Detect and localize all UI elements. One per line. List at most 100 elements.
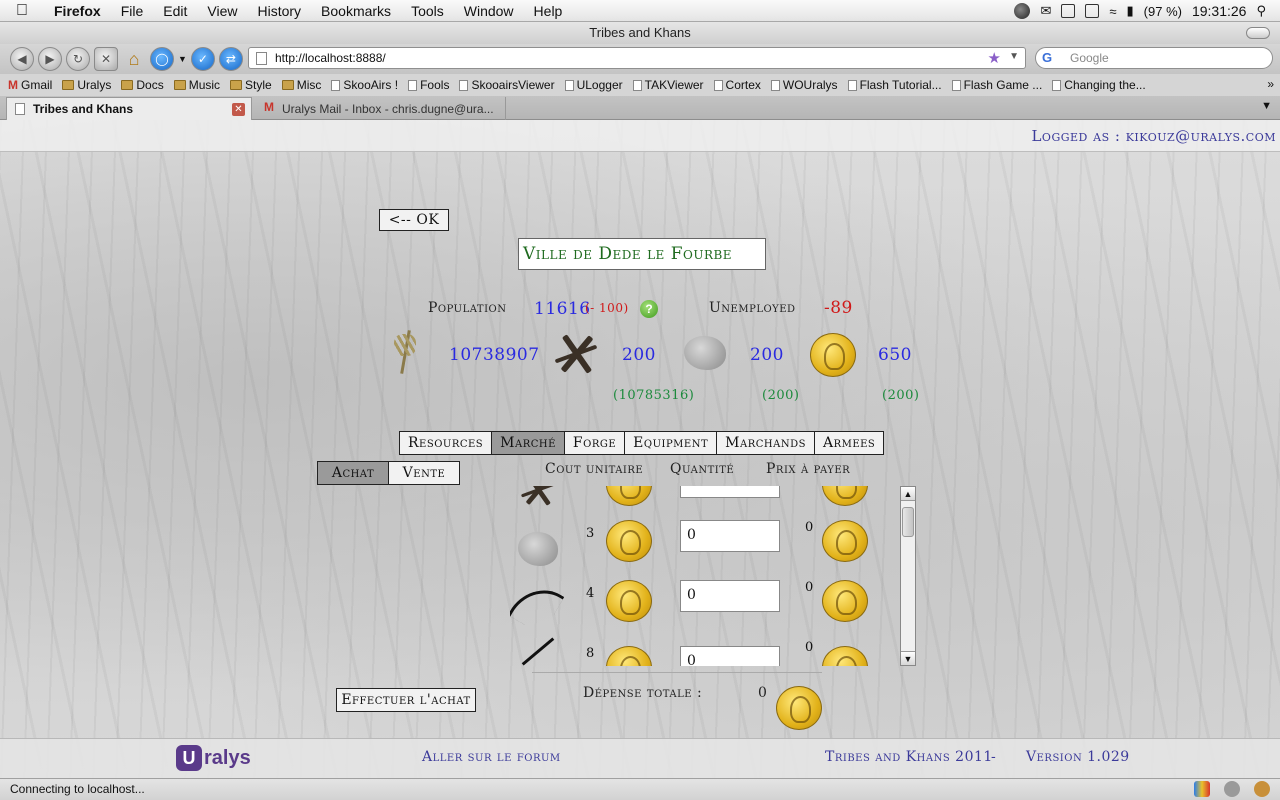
bookmark-label[interactable]: Style	[245, 78, 272, 92]
bookmark-label[interactable]: Music	[189, 78, 220, 92]
market-scrollbar[interactable]: ▲ ▼	[900, 486, 916, 666]
share-icon[interactable]: ⇄	[218, 47, 243, 71]
back-icon[interactable]: ◀	[10, 47, 34, 71]
bookmark-label[interactable]: Misc	[297, 78, 322, 92]
back-ok-button[interactable]: <-- OK	[379, 209, 449, 231]
apple-icon[interactable]: 	[0, 2, 44, 20]
quantity-input[interactable]: 0	[680, 580, 780, 612]
bookmark-item[interactable]: Misc	[281, 78, 322, 92]
buy-button[interactable]: Effectuer l'achat	[336, 688, 476, 712]
scroll-down-icon[interactable]: ▼	[901, 651, 915, 665]
bookmark-label[interactable]: Changing the...	[1064, 78, 1145, 92]
search-bar[interactable]: G Google	[1035, 47, 1273, 69]
tab-label[interactable]: Tribes and Khans	[33, 102, 133, 116]
home-icon[interactable]: ⌂	[122, 47, 146, 71]
menu-window[interactable]: Window	[454, 3, 524, 19]
bookmark-label[interactable]: Flash Game ...	[964, 78, 1043, 92]
tab-equipment[interactable]: Equipment	[624, 431, 718, 455]
addon-icon[interactable]	[1224, 781, 1240, 797]
tab-armees[interactable]: Armees	[813, 431, 885, 455]
subtab-achat[interactable]: Achat	[317, 461, 389, 485]
menu-file[interactable]: File	[111, 3, 154, 19]
bookmark-label[interactable]: SkooairsViewer	[471, 78, 554, 92]
bookmark-item[interactable]: ULogger	[564, 78, 623, 92]
firebug-icon[interactable]	[1254, 781, 1270, 797]
toolbar-toggle-button[interactable]	[1246, 27, 1270, 39]
bookmark-item[interactable]: WOUralys	[770, 78, 838, 92]
bookmark-item[interactable]: Changing the...	[1052, 78, 1146, 92]
phone-icon[interactable]	[1085, 4, 1100, 18]
google-icon[interactable]: G	[1042, 50, 1060, 66]
more-bookmarks-icon[interactable]: »	[1267, 77, 1274, 91]
bookmark-item[interactable]: Uralys	[62, 78, 111, 92]
close-tab-icon[interactable]: ✕	[232, 103, 245, 116]
tab-marchands[interactable]: Marchands	[716, 431, 815, 455]
bookmark-item[interactable]: Flash Tutorial...	[847, 78, 942, 92]
quantity-input[interactable]: 0	[680, 646, 780, 666]
bookmark-item[interactable]: TAKViewer	[632, 78, 704, 92]
bookmark-label[interactable]: ULogger	[577, 78, 623, 92]
bookmark-label[interactable]: Cortex	[726, 78, 761, 92]
bookmark-label[interactable]: Flash Tutorial...	[860, 78, 942, 92]
bookmark-label[interactable]: Uralys	[77, 78, 111, 92]
extension-icon[interactable]	[1194, 781, 1210, 797]
bookmark-label[interactable]: WOUralys	[783, 78, 838, 92]
tab-resources[interactable]: Resources	[399, 431, 493, 455]
menu-history[interactable]: History	[247, 3, 311, 19]
city-name-field[interactable]: Ville de Dede le Fourbe	[518, 238, 766, 270]
camera-icon[interactable]	[1014, 3, 1031, 19]
scroll-thumb[interactable]	[902, 507, 914, 537]
menu-bookmarks[interactable]: Bookmarks	[311, 3, 401, 19]
reload-icon[interactable]: ↻	[66, 47, 90, 71]
bookmark-item[interactable]: SkooAirs !	[331, 78, 398, 92]
bookmark-item[interactable]: Flash Game ...	[951, 78, 1043, 92]
menu-app[interactable]: Firefox	[44, 3, 111, 19]
tab-forge[interactable]: Forge	[563, 431, 626, 455]
bookmark-item[interactable]: M Gmail	[8, 78, 52, 92]
url-bar[interactable]: http://localhost:8888/ ★ ▼	[248, 47, 1026, 69]
stop-icon[interactable]: ✕	[94, 47, 118, 71]
bookmark-item[interactable]: Fools	[408, 78, 449, 92]
tab-label[interactable]: Uralys Mail - Inbox - chris.dugne@ura...	[282, 102, 494, 116]
bookmark-label[interactable]: SkooAirs !	[343, 78, 398, 92]
history-dropdown-icon[interactable]: ▼	[178, 54, 187, 64]
tablet-icon[interactable]	[1061, 4, 1076, 18]
clock[interactable]: 19:31:26	[1192, 3, 1247, 19]
bookmark-label[interactable]: Fools	[420, 78, 449, 92]
menu-view[interactable]: View	[197, 3, 247, 19]
history-icon[interactable]: ◯	[150, 47, 174, 71]
menu-help[interactable]: Help	[524, 3, 573, 19]
help-icon[interactable]: ?	[640, 300, 658, 318]
bookmark-label[interactable]: TAKViewer	[645, 78, 704, 92]
menu-tools[interactable]: Tools	[401, 3, 454, 19]
subtab-vente[interactable]: Vente	[388, 461, 460, 485]
scroll-up-icon[interactable]: ▲	[901, 487, 915, 501]
menu-edit[interactable]: Edit	[153, 3, 197, 19]
bookmark-item[interactable]: Cortex	[713, 78, 761, 92]
market-list[interactable]: 0 3 0 0 4 0 0 8 0 0	[510, 486, 900, 666]
quantity-input[interactable]: 0	[680, 520, 780, 552]
bookmark-item[interactable]: SkooairsViewer	[459, 78, 555, 92]
star-icon[interactable]: ★	[988, 49, 1001, 67]
tab-tribes-and-khans[interactable]: Tribes and Khans ✕	[6, 97, 252, 120]
bookmark-item[interactable]: Docs	[121, 78, 164, 92]
forum-link[interactable]: Aller sur le forum	[422, 749, 561, 765]
url-text[interactable]: http://localhost:8888/	[275, 51, 386, 65]
uralys-logo[interactable]: U ralys	[176, 743, 251, 773]
tab-marche[interactable]: Marché	[491, 431, 565, 455]
bookmark-sync-icon[interactable]: ✓	[190, 47, 215, 71]
url-dropdown-icon[interactable]: ▼	[1009, 51, 1019, 62]
bookmark-label[interactable]: Docs	[136, 78, 163, 92]
wifi-icon[interactable]: ≈	[1109, 4, 1116, 19]
tab-uralys-mail[interactable]: M Uralys Mail - Inbox - chris.dugne@ura.…	[256, 97, 506, 120]
quantity-input[interactable]: 0	[680, 486, 780, 498]
tab-list-icon[interactable]: ▼	[1261, 100, 1272, 112]
bookmark-item[interactable]: Music	[173, 78, 220, 92]
forward-icon[interactable]: ▶	[38, 47, 62, 71]
mail-icon[interactable]: ✉	[1040, 3, 1051, 19]
spotlight-icon[interactable]: ⚲	[1256, 3, 1266, 19]
search-placeholder[interactable]: Google	[1070, 51, 1109, 65]
bookmark-label[interactable]: Gmail	[21, 78, 52, 92]
bookmark-item[interactable]: Style	[230, 78, 272, 92]
battery-icon[interactable]: ▮	[1127, 3, 1134, 19]
